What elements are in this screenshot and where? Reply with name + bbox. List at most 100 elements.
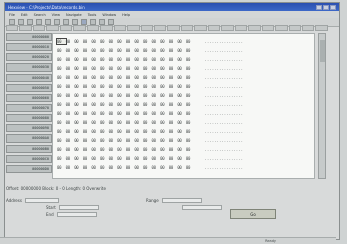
hex-byte[interactable]: 00	[169, 129, 178, 134]
ascii-column[interactable]: ................	[205, 102, 244, 107]
hex-byte[interactable]: 00	[66, 156, 75, 161]
hex-byte[interactable]: 00	[74, 48, 83, 53]
hex-byte[interactable]: 00	[152, 138, 161, 143]
hex-byte[interactable]: 00	[126, 39, 135, 44]
hex-byte[interactable]: 00	[100, 93, 109, 98]
minimize-button[interactable]	[316, 4, 322, 10]
hex-byte[interactable]: 00	[117, 120, 126, 125]
hex-byte[interactable]: 00	[57, 111, 66, 116]
hex-byte[interactable]: 00	[126, 129, 135, 134]
hex-byte[interactable]: 00	[169, 75, 178, 80]
hex-byte[interactable]: 00	[169, 93, 178, 98]
hex-byte[interactable]: 00	[169, 48, 178, 53]
hex-byte[interactable]: 00	[152, 84, 161, 89]
hex-byte[interactable]: 00	[134, 138, 143, 143]
hex-byte[interactable]: 00	[134, 57, 143, 62]
hex-byte[interactable]: 00	[57, 147, 66, 152]
hex-byte[interactable]: 00	[74, 156, 83, 161]
hex-byte[interactable]: 00	[74, 75, 83, 80]
hex-byte[interactable]: 00	[109, 57, 118, 62]
hex-byte[interactable]: 00	[169, 120, 178, 125]
hex-grid[interactable]: 00 00 00 00 00 00 00 00 00 00 00 00 00 00 00 00........…	[52, 33, 315, 179]
hex-byte[interactable]: 00	[109, 120, 118, 125]
hex-byte[interactable]: 00	[66, 138, 75, 143]
hex-byte[interactable]: 00	[152, 111, 161, 116]
hex-byte[interactable]: 00	[152, 66, 161, 71]
hex-byte[interactable]: 00	[91, 102, 100, 107]
hex-byte[interactable]: 00	[109, 75, 118, 80]
hex-byte[interactable]: 00	[186, 57, 195, 62]
ascii-column[interactable]: ................	[205, 165, 244, 170]
hex-byte[interactable]: 00	[57, 93, 66, 98]
hex-byte[interactable]: 00	[117, 39, 126, 44]
hex-byte[interactable]: 00	[160, 156, 169, 161]
hex-byte[interactable]: 00	[57, 138, 66, 143]
hex-byte[interactable]: 00	[91, 93, 100, 98]
hex-byte[interactable]: 00	[109, 93, 118, 98]
hex-byte[interactable]: 00	[57, 48, 66, 53]
hex-byte[interactable]: 00	[160, 75, 169, 80]
ascii-column[interactable]: ................	[205, 111, 244, 116]
hex-byte[interactable]: 00	[83, 93, 92, 98]
hex-byte[interactable]: 00	[83, 66, 92, 71]
hex-byte[interactable]: 00	[91, 84, 100, 89]
hex-byte[interactable]: 00	[186, 48, 195, 53]
hex-byte[interactable]: 00	[177, 84, 186, 89]
hex-byte[interactable]: 00	[117, 102, 126, 107]
hex-byte[interactable]: 00	[74, 93, 83, 98]
hex-byte[interactable]: 00	[91, 138, 100, 143]
hex-byte[interactable]: 00	[57, 165, 66, 170]
hex-byte[interactable]: 00	[109, 84, 118, 89]
hex-byte[interactable]: 00	[143, 111, 152, 116]
hex-byte[interactable]: 00	[143, 75, 152, 80]
hex-byte[interactable]: 00	[126, 156, 135, 161]
hex-byte[interactable]: 00	[177, 66, 186, 71]
hex-byte[interactable]: 00	[160, 93, 169, 98]
end-field[interactable]	[56, 212, 97, 217]
hex-byte[interactable]: 00	[152, 75, 161, 80]
menu-search[interactable]: Search	[34, 13, 46, 17]
range-field-2[interactable]	[182, 205, 222, 210]
hex-byte[interactable]: 00	[143, 138, 152, 143]
hex-byte[interactable]: 00	[117, 75, 126, 80]
hex-byte[interactable]: 00	[83, 111, 92, 116]
hex-byte[interactable]: 00	[152, 39, 161, 44]
hex-byte[interactable]: 00	[57, 57, 66, 62]
hex-byte[interactable]: 00	[83, 84, 92, 89]
hex-byte[interactable]: 00	[169, 111, 178, 116]
hex-byte[interactable]: 00	[152, 57, 161, 62]
hex-byte[interactable]: 00	[143, 48, 152, 53]
menu-file[interactable]: File	[9, 13, 15, 17]
hex-byte[interactable]: 00	[177, 75, 186, 80]
hex-byte[interactable]: 00	[160, 66, 169, 71]
ascii-column[interactable]: ................	[205, 39, 244, 44]
hex-byte[interactable]: 00	[74, 39, 83, 44]
hex-byte[interactable]: 00	[186, 111, 195, 116]
hex-byte[interactable]: 00	[66, 75, 75, 80]
hex-byte[interactable]: 00	[74, 102, 83, 107]
hex-byte[interactable]: 00	[66, 93, 75, 98]
hex-byte[interactable]: 00	[100, 138, 109, 143]
hex-byte[interactable]: 00	[117, 84, 126, 89]
hex-byte[interactable]: 00	[160, 57, 169, 62]
hex-byte[interactable]: 00	[160, 48, 169, 53]
hex-byte[interactable]: 00	[160, 165, 169, 170]
hex-byte[interactable]: 00	[117, 48, 126, 53]
hex-byte[interactable]: 00	[169, 66, 178, 71]
hex-byte[interactable]: 00	[152, 102, 161, 107]
menu-window[interactable]: Window	[102, 13, 116, 17]
hex-byte[interactable]: 00	[57, 156, 66, 161]
hex-byte[interactable]: 00	[169, 156, 178, 161]
hex-byte[interactable]: 00	[177, 102, 186, 107]
hex-byte[interactable]: 00	[186, 102, 195, 107]
hex-byte[interactable]: 00	[160, 84, 169, 89]
hex-byte[interactable]: 00	[143, 102, 152, 107]
hex-byte[interactable]: 00	[57, 66, 66, 71]
hex-byte[interactable]: 00	[100, 129, 109, 134]
hex-byte[interactable]: 00	[66, 84, 75, 89]
hex-byte[interactable]: 00	[109, 48, 118, 53]
go-button[interactable]: Go	[230, 209, 276, 219]
hex-byte[interactable]: 00	[177, 129, 186, 134]
hex-byte[interactable]: 00	[186, 156, 195, 161]
hex-byte[interactable]: 00	[177, 39, 186, 44]
